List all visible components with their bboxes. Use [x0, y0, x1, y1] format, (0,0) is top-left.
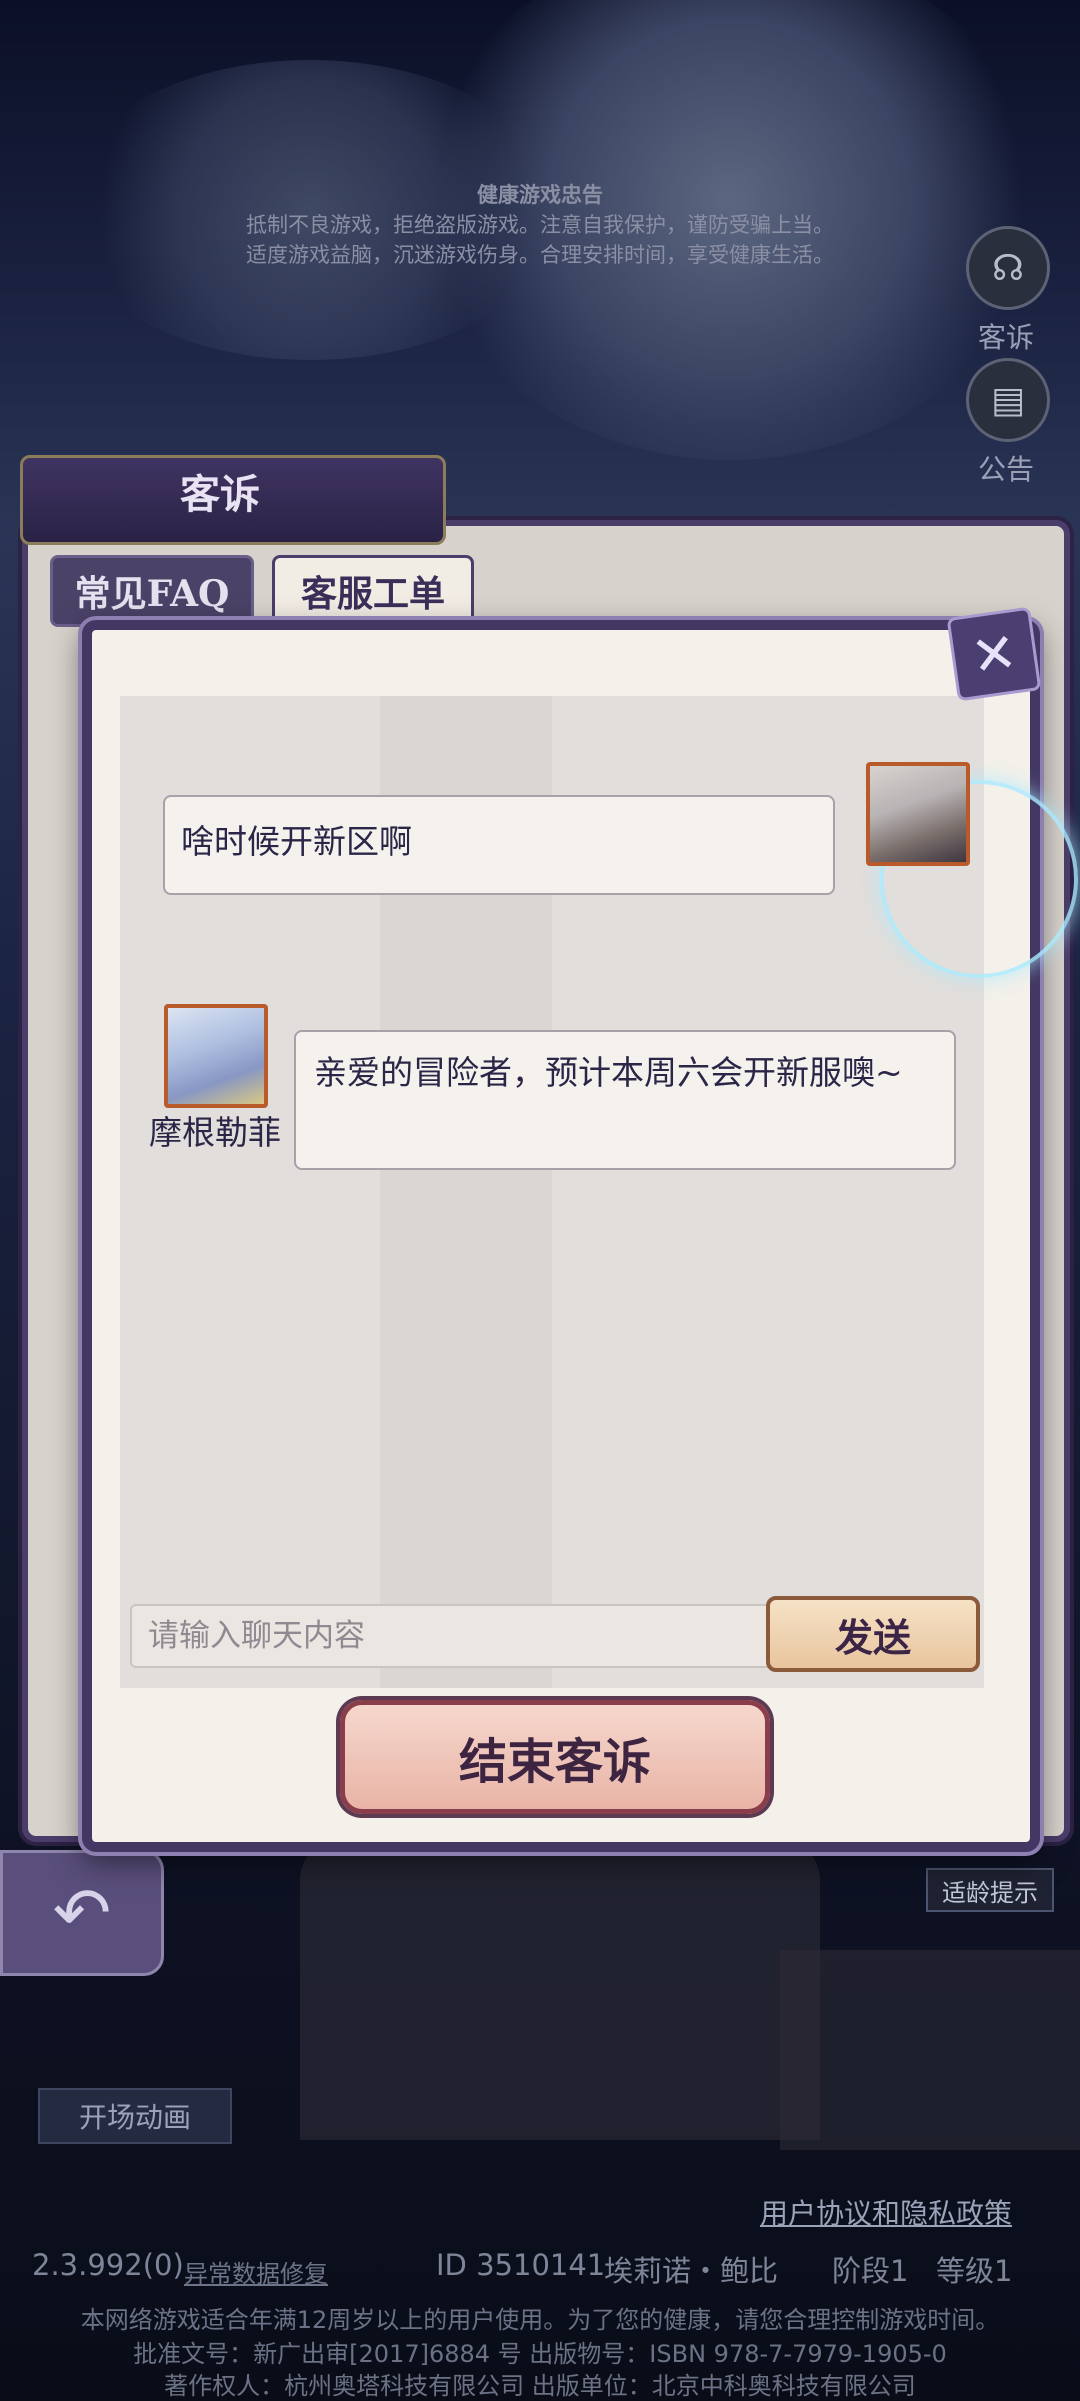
tab-service-ticket[interactable]: 客服工单	[272, 555, 474, 627]
notice-icon: ▤	[966, 358, 1050, 442]
approval-notice: 批准文号：新广出审[2017]6884 号 出版物号：ISBN 978-7-79…	[133, 2340, 947, 2368]
headset-icon: ☊	[966, 226, 1050, 310]
player-name: 埃莉诺・鲍比	[604, 2254, 779, 2288]
copyright-notice: 著作权人：杭州奥塔科技有限公司 出版单位：北京中科奥科技有限公司	[164, 2372, 916, 2400]
policy-link[interactable]: 用户协议和隐私政策	[760, 2192, 1012, 2232]
age-hint-badge[interactable]: 适龄提示	[926, 1868, 1054, 1912]
chat-input[interactable]: 请输入聊天内容	[130, 1604, 800, 1668]
side-menu-notice-label: 公告	[977, 453, 1034, 486]
player-level: 等级1	[936, 2254, 1013, 2288]
agent-name: 摩根勒菲	[149, 1113, 281, 1152]
end-complaint-button[interactable]: 结束客诉	[340, 1700, 770, 1814]
player-stage: 阶段1	[832, 2254, 909, 2288]
player-id: ID 3510141	[436, 2248, 606, 2282]
close-icon[interactable]: ✕	[946, 606, 1042, 702]
user-message-bubble: 啥时候开新区啊	[163, 795, 835, 895]
agent-message-bubble: 亲爱的冒险者，预计本周六会开新服噢~	[294, 1030, 956, 1170]
health-notice: 健康游戏忠告 抵制不良游戏，拒绝盗版游戏。注意自我保护，谨防受骗上当。 适度游戏…	[140, 180, 940, 270]
user-avatar	[866, 762, 970, 866]
opening-animation-button[interactable]: 开场动画	[38, 2088, 232, 2144]
background-house	[780, 1950, 1080, 2150]
side-menu-notice[interactable]: ▤ 公告	[966, 358, 1056, 488]
tab-faq[interactable]: 常见FAQ	[50, 555, 254, 627]
back-arrow-icon[interactable]: ↶	[0, 1850, 164, 1976]
background-castle	[300, 1840, 820, 2140]
complaint-panel-title: 客诉	[180, 471, 260, 518]
agent-avatar	[164, 1004, 268, 1108]
health-notice-title: 健康游戏忠告	[477, 182, 603, 207]
send-button[interactable]: 发送	[766, 1596, 980, 1672]
version-text: 2.3.992(0)	[32, 2248, 184, 2282]
side-menu-complaint-label: 客诉	[977, 321, 1034, 354]
side-menu-complaint[interactable]: ☊ 客诉	[966, 226, 1056, 356]
age-notice: 本网络游戏适合年满12周岁以上的用户使用。为了您的健康，请您合理控制游戏时间。	[80, 2306, 1000, 2334]
health-notice-line1: 抵制不良游戏，拒绝盗版游戏。注意自我保护，谨防受骗上当。	[246, 213, 834, 237]
health-notice-line2: 适度游戏益脑，沉迷游戏伤身。合理安排时间，享受健康生活。	[246, 243, 834, 267]
data-repair-link[interactable]: 异常数据修复	[184, 2254, 328, 2289]
